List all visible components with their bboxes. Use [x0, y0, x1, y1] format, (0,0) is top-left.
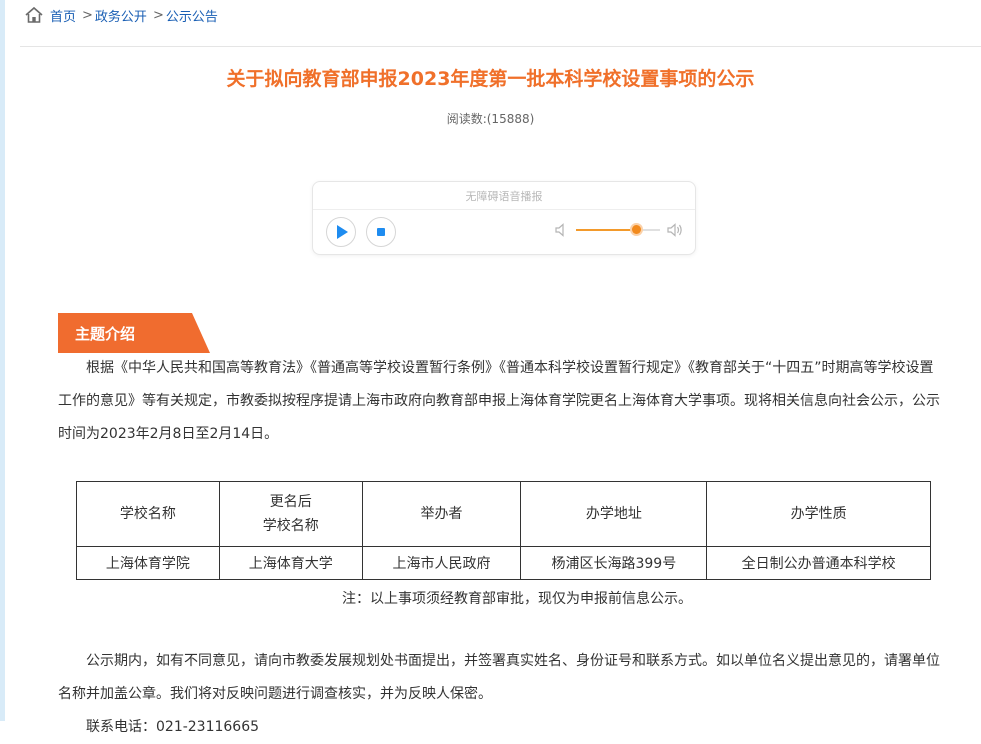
table-header-cell: 举办者 — [361, 481, 522, 547]
volume-slider-handle[interactable] — [632, 225, 642, 234]
stop-icon — [377, 228, 385, 236]
table-header-line: 更名后 — [269, 494, 312, 510]
breadcrumb-separator: > — [152, 7, 164, 23]
contact-phone: 联系电话：021-23116665 — [86, 719, 260, 735]
volume-slider[interactable] — [576, 225, 660, 234]
player-divider — [313, 209, 695, 210]
table-note: 注：以上事项须经教育部审批，现仅为申报前信息公示。 — [342, 591, 692, 607]
header-divider — [20, 46, 981, 47]
article-title: 关于拟向教育部申报2023年度第一批本科学校设置事项的公示 — [226, 68, 755, 90]
table-header-row: 学校名称 更名后 学校名称 举办者 办学地址 办学性质 — [76, 481, 931, 547]
volume-slider-fill — [576, 229, 638, 231]
breadcrumb-announcements-link[interactable]: 公示公告 — [166, 6, 218, 25]
feedback-paragraph: 公示期内，如有不同意见，请向市教委发展规划处书面提出，并签署真实姓名、身份证号和… — [58, 653, 940, 702]
section-tab-label: 主题介绍 — [75, 325, 136, 343]
volume-high-icon[interactable] — [666, 222, 684, 238]
breadcrumb-home-link[interactable]: 首页 — [50, 6, 76, 25]
audio-player: 无障碍语音播报 — [312, 181, 696, 255]
table-header-cell: 办学地址 — [520, 481, 708, 547]
play-button[interactable] — [326, 217, 356, 247]
table-cell: 全日制公办普通本科学校 — [706, 546, 931, 580]
school-info-table: 学校名称 更名后 学校名称 举办者 办学地址 办学性质 上海体育学院 上海体育大… — [76, 481, 931, 580]
table-cell: 杨浦区长海路399号 — [520, 546, 708, 580]
left-accent-bar — [0, 0, 5, 721]
audio-player-title: 无障碍语音播报 — [465, 190, 543, 203]
breadcrumb-separator: > — [82, 7, 93, 23]
table-header-cell: 学校名称 — [76, 481, 220, 547]
section-tab-topic: 主题介绍 — [58, 313, 210, 353]
read-count: 阅读数:(15888) — [446, 112, 535, 126]
table-cell: 上海市人民政府 — [361, 546, 522, 580]
volume-low-icon[interactable] — [553, 222, 569, 238]
table-cell: 上海体育大学 — [218, 546, 363, 580]
breadcrumb: 首页 > 政务公开 > 公示公告 — [24, 4, 218, 26]
table-header-line: 学校名称 — [262, 518, 319, 534]
table-cell: 上海体育学院 — [76, 546, 220, 580]
play-icon — [337, 225, 348, 239]
breadcrumb-gov-affairs-link[interactable]: 政务公开 — [95, 6, 147, 25]
home-icon[interactable] — [24, 6, 44, 24]
table-header-cell: 更名后 学校名称 — [218, 481, 363, 547]
table-header-cell: 办学性质 — [706, 481, 931, 547]
table-row: 上海体育学院 上海体育大学 上海市人民政府 杨浦区长海路399号 全日制公办普通… — [76, 546, 931, 580]
stop-button[interactable] — [366, 217, 396, 247]
intro-paragraph: 根据《中华人民共和国高等教育法》《普通高等学校设置暂行条例》《普通本科学校设置暂… — [58, 360, 940, 442]
